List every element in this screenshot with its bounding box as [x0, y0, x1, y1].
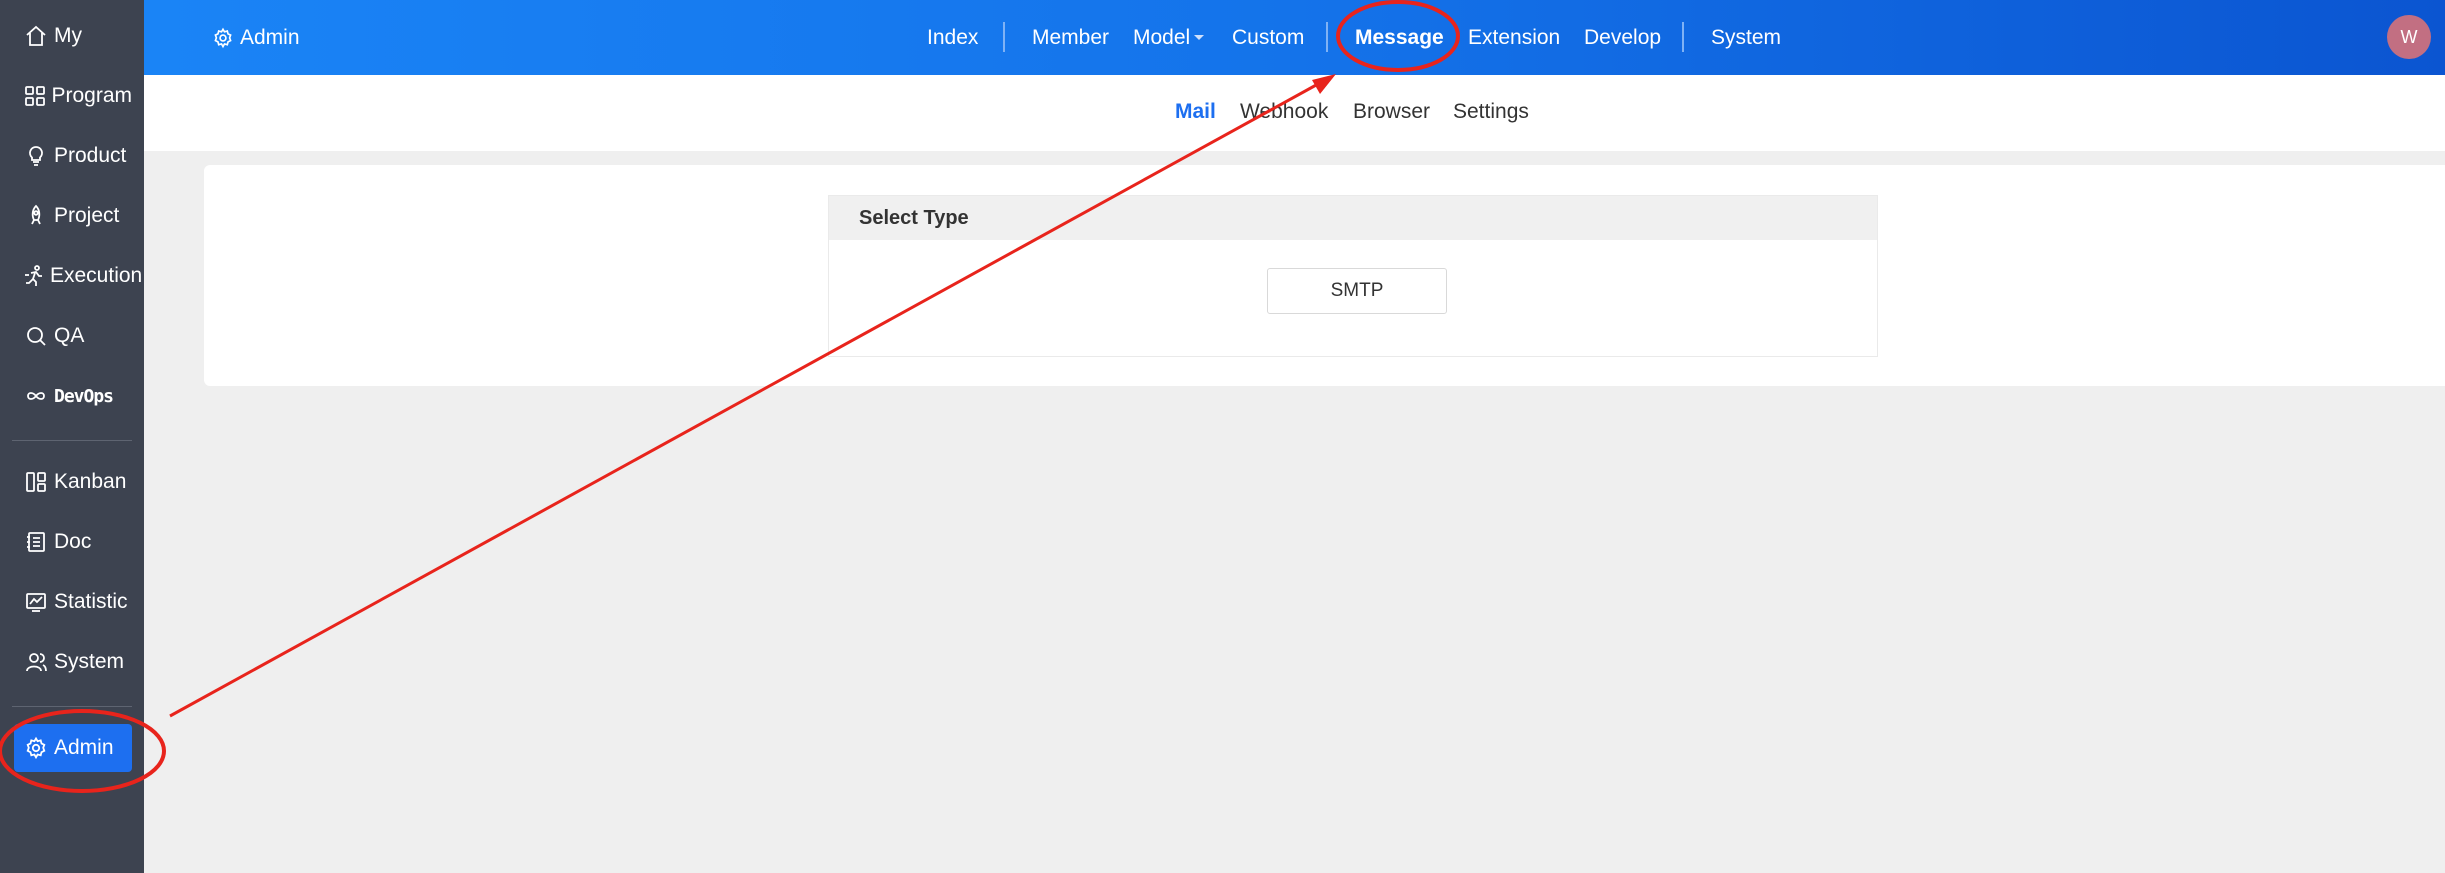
- nav-member[interactable]: Member: [1032, 0, 1109, 75]
- user-avatar[interactable]: W: [2387, 15, 2431, 59]
- sidebar-item-statistic[interactable]: Statistic: [14, 578, 132, 626]
- nav-separator: [1326, 22, 1328, 52]
- run-icon: [22, 262, 46, 290]
- nav-index[interactable]: Index: [927, 0, 978, 75]
- sidebar-item-label: Project: [54, 204, 120, 227]
- subnav-mail[interactable]: Mail: [1175, 100, 1216, 124]
- sidebar-item-project[interactable]: Project: [14, 192, 132, 240]
- bulb-icon: [22, 142, 50, 170]
- sidebar-item-label: System: [54, 650, 125, 673]
- sidebar-item-label: DevOps: [54, 385, 114, 407]
- home-icon: [22, 22, 50, 50]
- sidebar-item-label: Kanban: [54, 470, 127, 493]
- sidebar-item-my[interactable]: My: [14, 12, 132, 60]
- sidebar-item-qa[interactable]: QA: [14, 312, 132, 360]
- sidebar-item-label: Product: [54, 144, 127, 167]
- sidebar-item-product[interactable]: Product: [14, 132, 132, 180]
- doc-icon: [22, 528, 50, 556]
- sidebar-item-kanban[interactable]: Kanban: [14, 458, 132, 506]
- sidebar-item-label: Execution: [50, 264, 143, 287]
- subnav-settings[interactable]: Settings: [1453, 100, 1529, 124]
- sidebar-item-admin[interactable]: Admin: [14, 724, 132, 772]
- brand-label: Admin: [240, 26, 300, 49]
- sidebar: My Program Product Project Execution QA: [0, 0, 144, 873]
- subnav-webhook[interactable]: Webhook: [1240, 100, 1328, 124]
- kanban-icon: [22, 468, 50, 496]
- nav-message[interactable]: Message: [1355, 0, 1444, 75]
- sidebar-item-label: Program: [51, 84, 132, 107]
- sidebar-item-label: Statistic: [54, 590, 128, 613]
- brand-admin[interactable]: Admin: [212, 22, 300, 54]
- main-panel: Select Type SMTP: [204, 165, 2445, 386]
- sidebar-divider: [12, 440, 132, 441]
- grid-icon: [22, 82, 47, 110]
- sub-navbar: Mail Webhook Browser Settings: [144, 75, 2445, 151]
- sidebar-item-label: QA: [54, 324, 85, 347]
- nav-system[interactable]: System: [1711, 0, 1781, 75]
- nav-model-label: Model: [1133, 25, 1191, 49]
- nav-custom[interactable]: Custom: [1232, 0, 1304, 75]
- smtp-button[interactable]: SMTP: [1267, 268, 1447, 314]
- select-type-header: Select Type: [829, 196, 1877, 240]
- sidebar-item-label: My: [54, 24, 82, 47]
- sidebar-item-system[interactable]: System: [14, 638, 132, 686]
- sidebar-item-execution[interactable]: Execution: [14, 252, 142, 300]
- sidebar-divider: [12, 706, 132, 707]
- chart-icon: [22, 588, 50, 616]
- select-type-box: Select Type SMTP: [828, 195, 1878, 357]
- subnav-browser[interactable]: Browser: [1353, 100, 1430, 124]
- sidebar-item-label: Admin: [54, 736, 114, 759]
- sidebar-item-program[interactable]: Program: [14, 72, 132, 120]
- sidebar-item-doc[interactable]: Doc: [14, 518, 132, 566]
- sidebar-item-devops[interactable]: DevOps: [14, 372, 132, 420]
- infinity-icon: [22, 382, 50, 410]
- search-icon: [22, 322, 50, 350]
- nav-model[interactable]: Model: [1133, 0, 1205, 75]
- caret-down-icon: [1194, 35, 1205, 40]
- sidebar-item-label: Doc: [54, 530, 92, 553]
- rocket-icon: [22, 202, 50, 230]
- gear-icon: [214, 27, 232, 49]
- nav-separator: [1003, 22, 1005, 52]
- nav-extension[interactable]: Extension: [1468, 0, 1560, 75]
- nav-develop[interactable]: Develop: [1584, 0, 1661, 75]
- users-icon: [22, 648, 50, 676]
- top-navbar: Admin Index Member Model Custom Message …: [144, 0, 2445, 75]
- nav-separator: [1682, 22, 1684, 52]
- gear-icon: [22, 734, 50, 762]
